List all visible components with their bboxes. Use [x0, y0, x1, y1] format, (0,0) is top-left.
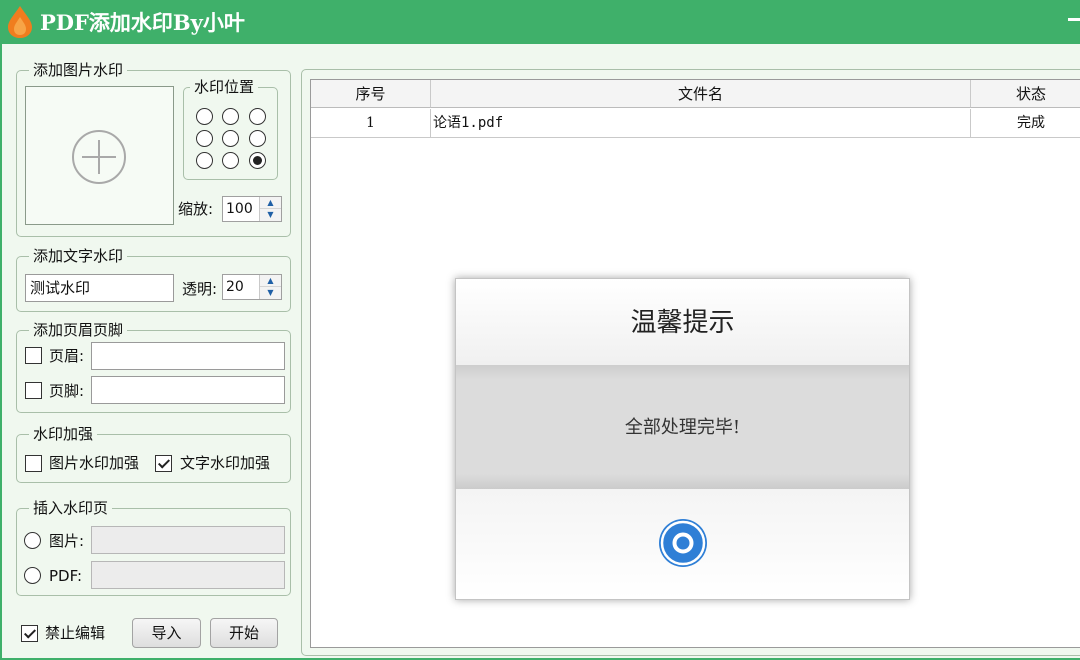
scale-value: 100	[226, 201, 253, 217]
footer-input[interactable]	[91, 376, 285, 404]
minimize-button[interactable]	[1068, 18, 1080, 21]
column-header-filename[interactable]: 文件名	[431, 80, 971, 108]
header-footer-legend: 添加页眉页脚	[29, 320, 128, 340]
image-drop-area[interactable]	[25, 86, 174, 225]
ok-circle-icon[interactable]	[657, 517, 709, 569]
start-button[interactable]: 开始	[210, 618, 278, 648]
spin-down-icon[interactable]: ▼	[260, 209, 281, 221]
insert-image-input[interactable]	[91, 526, 285, 554]
disable-edit-checkbox[interactable]	[21, 625, 38, 642]
insert-pdf-input[interactable]	[91, 561, 285, 589]
image-enhance-label: 图片水印加强	[49, 454, 140, 472]
opacity-value: 20	[226, 279, 244, 295]
position-radio[interactable]	[222, 130, 239, 147]
header-checkbox[interactable]	[25, 347, 42, 364]
position-radio[interactable]	[196, 130, 213, 147]
insert-image-label: 图片:	[49, 532, 85, 550]
opacity-spinner[interactable]: 20 ▲ ▼	[222, 274, 282, 300]
spin-down-icon[interactable]: ▼	[260, 287, 281, 299]
text-enhance-label: 文字水印加强	[180, 454, 271, 472]
info-dialog: 温馨提示 全部处理完毕!	[455, 278, 910, 600]
disable-edit-label: 禁止编辑	[45, 624, 106, 642]
image-watermark-legend: 添加图片水印	[29, 60, 128, 80]
position-radio[interactable]	[249, 130, 266, 147]
position-radio[interactable]	[249, 108, 266, 125]
opacity-label: 透明:	[182, 280, 218, 298]
scale-spinner[interactable]: 100 ▲ ▼	[222, 196, 282, 222]
plus-circle-icon	[72, 130, 126, 184]
row-filename: 论语1.pdf	[431, 109, 971, 138]
position-radio[interactable]	[222, 152, 239, 169]
column-header-status[interactable]: 状态	[971, 80, 1080, 108]
title-bar: PDF添加水印By小叶	[0, 0, 1080, 44]
dialog-message: 全部处理完毕!	[624, 417, 741, 438]
import-button[interactable]: 导入	[132, 618, 201, 648]
watermark-position-legend: 水印位置	[190, 77, 259, 97]
insert-pdf-label: PDF:	[49, 567, 83, 585]
footer-checkbox[interactable]	[25, 382, 42, 399]
window-title: PDF添加水印By小叶	[40, 10, 245, 35]
position-radio[interactable]	[249, 152, 266, 169]
position-radio[interactable]	[196, 152, 213, 169]
column-header-index[interactable]: 序号	[311, 80, 431, 108]
image-enhance-checkbox[interactable]	[25, 455, 42, 472]
enhance-legend: 水印加强	[29, 424, 98, 444]
header-label: 页眉:	[49, 347, 85, 365]
flame-drop-icon	[8, 6, 32, 38]
scale-label: 缩放:	[178, 200, 214, 218]
insert-pdf-radio[interactable]	[24, 567, 41, 584]
spin-up-icon[interactable]: ▲	[260, 275, 281, 287]
insert-image-radio[interactable]	[24, 532, 41, 549]
insert-page-legend: 插入水印页	[29, 498, 113, 518]
text-enhance-checkbox[interactable]	[155, 455, 172, 472]
header-input[interactable]	[91, 342, 285, 370]
row-status: 完成	[971, 109, 1080, 138]
position-radio[interactable]	[196, 108, 213, 125]
row-index: 1	[311, 109, 431, 138]
watermark-text-input[interactable]: 测试水印	[25, 274, 174, 302]
text-watermark-legend: 添加文字水印	[29, 246, 128, 266]
spin-up-icon[interactable]: ▲	[260, 197, 281, 209]
position-radio[interactable]	[222, 108, 239, 125]
dialog-title: 温馨提示	[630, 308, 735, 338]
footer-label: 页脚:	[49, 382, 85, 400]
